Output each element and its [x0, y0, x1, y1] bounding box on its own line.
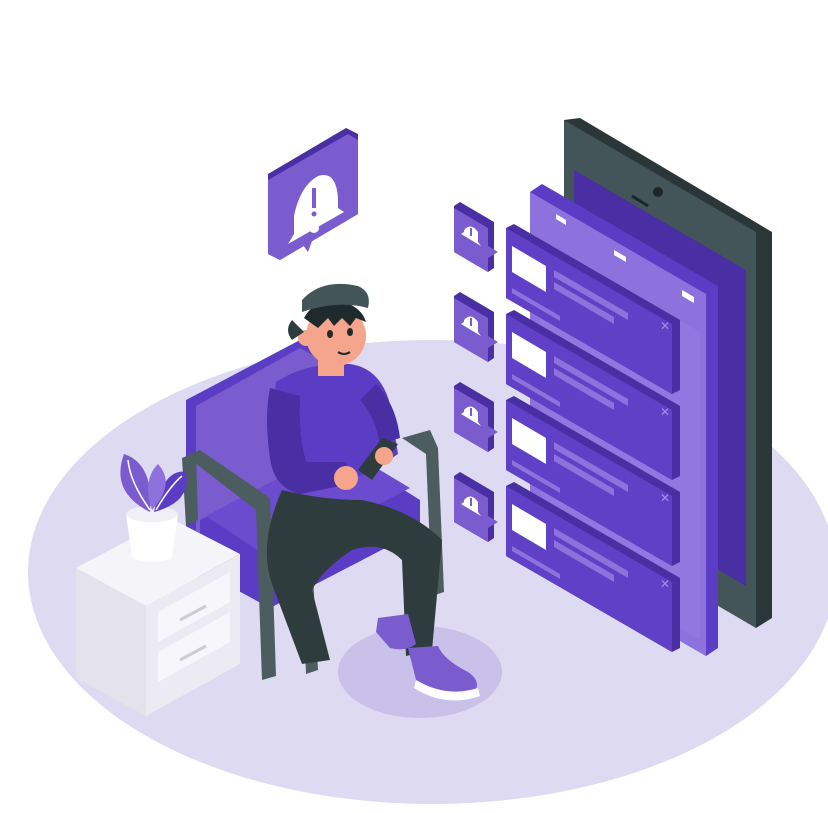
close-icon[interactable]: ✕ — [660, 491, 670, 505]
close-icon[interactable]: ✕ — [660, 577, 670, 591]
bell-alert-icon — [268, 128, 358, 260]
bell-alert-icon — [454, 202, 498, 272]
close-icon[interactable]: ✕ — [660, 319, 670, 333]
close-icon[interactable]: ✕ — [660, 405, 670, 419]
notifications-illustration: ✕ ✕ ✕ ✕ — [28, 118, 828, 804]
